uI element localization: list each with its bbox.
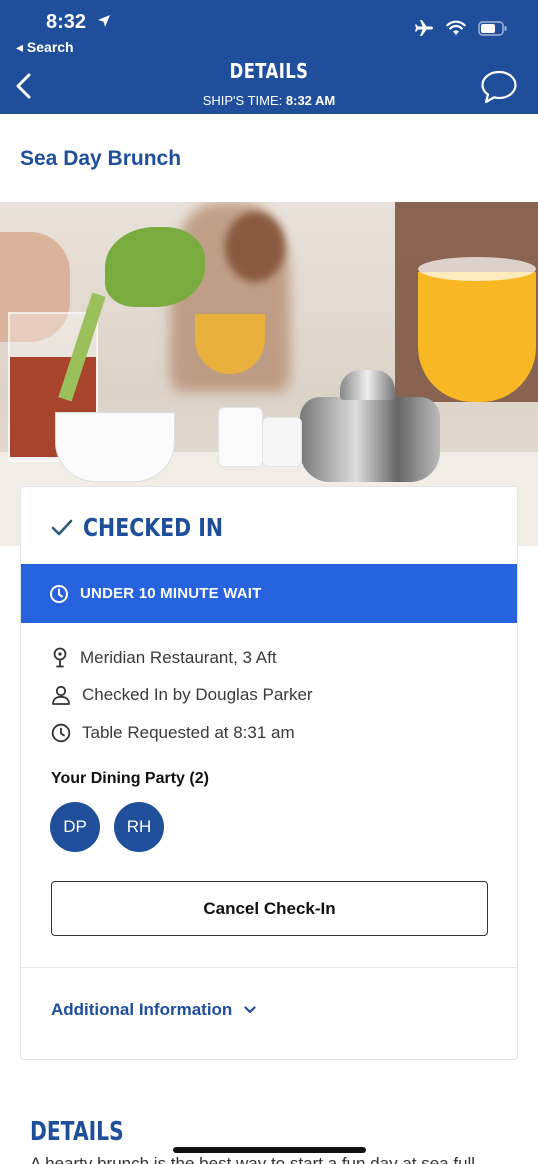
battery-icon	[478, 20, 507, 36]
checkmark-icon	[51, 519, 73, 535]
airplane-icon	[415, 20, 433, 36]
back-to-search-link[interactable]: ◂ Search	[16, 39, 74, 56]
status-icons	[414, 19, 508, 37]
avatar[interactable]: DP	[50, 802, 100, 852]
dining-party-title: Your Dining Party (2)	[51, 770, 209, 787]
check-in-card: CHECKED IN UNDER 10 MINUTE WAIT Meridian…	[20, 486, 518, 1060]
checked-in-by-text: Checked In by Douglas Parker	[82, 685, 313, 704]
map-pin-icon	[53, 647, 67, 668]
additional-information-label: Additional Information	[51, 1000, 233, 1019]
event-title: Sea Day Brunch	[20, 147, 182, 170]
avatar[interactable]: RH	[114, 802, 164, 852]
ships-time: SHIP'S TIME: 8:32 AM	[0, 93, 538, 108]
chevron-down-icon	[244, 1006, 256, 1014]
table-requested-row: Table Requested at 8:31 am	[51, 723, 295, 743]
wait-time-banner: UNDER 10 MINUTE WAIT	[21, 564, 517, 623]
clock-icon	[51, 723, 71, 743]
cancel-check-in-button[interactable]: Cancel Check-In	[51, 881, 488, 936]
status-time: 8:32	[46, 11, 87, 33]
checked-in-by-row: Checked In by Douglas Parker	[51, 685, 313, 705]
ships-time-value: 8:32 AM	[285, 93, 336, 108]
location-text: Meridian Restaurant, 3 Aft	[80, 648, 277, 667]
location-arrow-icon	[98, 15, 110, 27]
home-indicator[interactable]	[173, 1147, 366, 1153]
divider	[21, 967, 517, 968]
clock-icon	[50, 584, 68, 603]
checked-in-status: CHECKED IN	[51, 513, 254, 542]
wifi-icon	[446, 20, 466, 35]
person-icon	[52, 685, 70, 705]
page-title: DETAILS	[229, 59, 309, 83]
table-requested-text: Table Requested at 8:31 am	[82, 723, 295, 742]
details-text: A hearty brunch is the best way to start…	[30, 1154, 476, 1164]
top-bar: 8:32 ◂ Search DETAILS SHIP'S TIME: 8:32 …	[0, 0, 538, 114]
checked-in-label: CHECKED IN	[83, 513, 224, 542]
location-row: Meridian Restaurant, 3 Aft	[51, 647, 277, 669]
ships-time-label: SHIP'S TIME:	[202, 93, 283, 108]
details-heading: DETAILS	[30, 1117, 124, 1147]
chat-bubble-icon[interactable]	[480, 69, 518, 105]
additional-information-toggle[interactable]: Additional Information	[51, 1000, 256, 1020]
page-content: Sea Day Brunch CHECKED IN UNDER 10 MINUT…	[0, 114, 538, 1090]
wait-time-label: UNDER 10 MINUTE WAIT	[80, 585, 262, 602]
